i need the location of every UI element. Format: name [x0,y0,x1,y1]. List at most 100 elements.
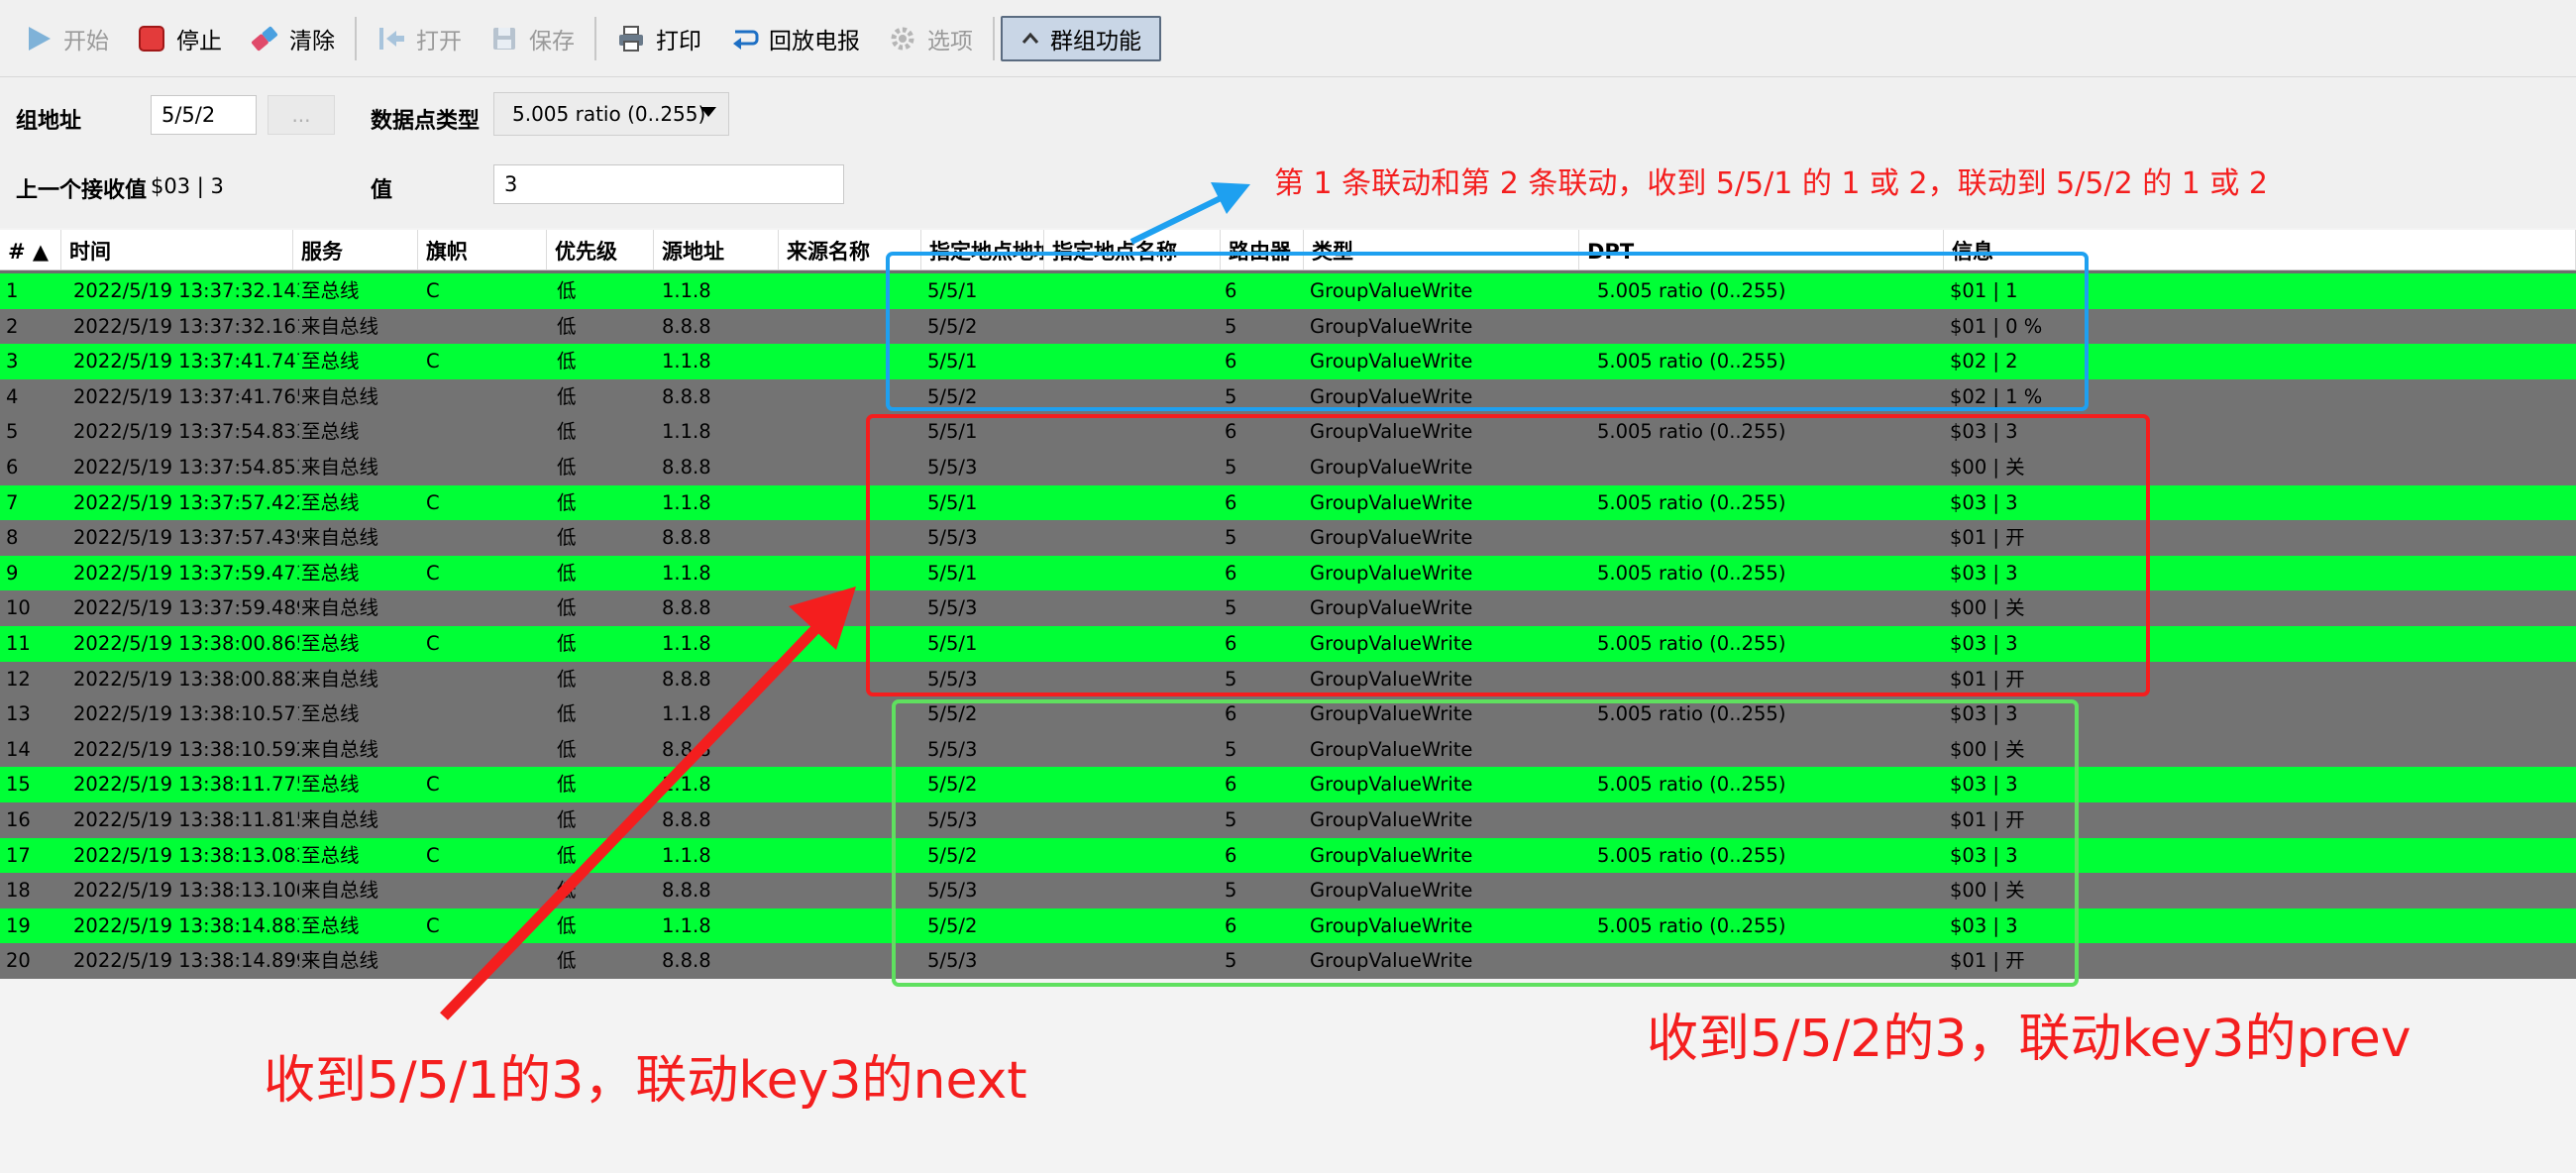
col-router-header[interactable]: 路由器 [1221,230,1304,269]
col-source-address-header[interactable]: 源地址 [654,230,779,269]
col-source-address-cell: 1.1.8 [662,350,711,373]
table-row[interactable]: 5 2022/5/19 13:37:54.833 至总线 低 1.1.8 5/5/1 6 Gr… [0,414,2576,450]
col-service-cell: 至总线 [301,561,360,585]
save-button[interactable]: 保存 [476,13,589,64]
table-row[interactable]: 1 2022/5/19 13:37:32.143 至总线 C 低 1.1.8 5/5/1 6 G… [0,273,2576,309]
col-time-cell: 2022/5/19 13:38:10.571 [73,702,299,726]
table-row[interactable]: 7 2022/5/19 13:37:57.422 至总线 C 低 1.1.8 5/5/1 6 G… [0,484,2576,521]
col-flags-cell [420,379,549,415]
table-row[interactable]: 15 2022/5/19 13:38:11.775 至总线 C 低 1.1.8 5/5/2 6… [0,767,2576,802]
col-router-cell: 6 [1225,773,1237,797]
col-router-cell: 6 [1225,561,1237,585]
col-dpt-cell [1591,943,1956,979]
toolbar-separator [594,16,596,60]
table-row[interactable]: 3 2022/5/19 13:37:41.747 至总线 C 低 1.1.8 5/5/1 6 G… [0,344,2576,379]
col-priority-cell: 低 [557,737,577,761]
col-source-name-cell [781,626,923,662]
col-destination-address-cell: 5/5/3 [927,808,978,831]
table-row[interactable]: 4 2022/5/19 13:37:41.765 来自总线 低 8.8.8 5/5/2 5 G… [0,378,2576,415]
col-index-cell: 11 [6,632,31,655]
replay-button[interactable]: 回放电报 [715,13,874,64]
start-label: 开始 [63,28,109,54]
dpt-type-select[interactable]: 5.005 ratio (0..255) [493,92,729,136]
col-dpt-cell: 5.005 ratio (0..255) [1597,913,1786,937]
col-source-address-cell: 1.1.8 [662,561,711,585]
col-destination-name-header[interactable]: 指定地点名称 [1044,230,1221,269]
col-info-header[interactable]: 信息 [1944,230,2576,269]
col-flags-cell [420,450,549,485]
col-dpt-cell: 5.005 ratio (0..255) [1597,843,1786,867]
col-service-cell: 至总线 [301,490,360,514]
stop-label: 停止 [176,28,222,54]
col-source-address-cell: 8.8.8 [662,737,711,761]
print-button[interactable]: 打印 [602,13,715,64]
col-router-cell: 6 [1225,420,1237,444]
col-time-header[interactable]: 时间 [61,230,293,269]
col-source-address-cell: 1.1.8 [662,279,711,302]
table-row[interactable]: 6 2022/5/19 13:37:54.853 来自总线 低 8.8.8 5/5/3 5 G… [0,450,2576,485]
telegram-table: # ▲ 时间 服务 旗帜 优先级 源地址 来源名称 指定地点地址 指定地点名称 路由器 类型 DPT 信… [0,230,2576,979]
col-flags-cell: C [426,350,440,373]
open-button[interactable]: 打开 [363,13,476,64]
col-index-cell: 2 [6,314,19,338]
table-row[interactable]: 20 2022/5/19 13:38:14.899 来自总线 低 8.8.8 5/5/3 5… [0,943,2576,979]
col-info-cell: $00 | 关 [1950,456,2025,479]
col-dpt-header[interactable]: DPT [1579,230,1944,269]
group-address-input[interactable]: 5/5/2 [151,95,257,135]
col-priority-header[interactable]: 优先级 [547,230,654,269]
col-flags-cell [420,696,549,732]
table-row[interactable]: 19 2022/5/19 13:38:14.883 至总线 C 低 1.1.8 5/5/2 6… [0,907,2576,944]
table-row[interactable]: 16 2022/5/19 13:38:11.815 来自总线 低 8.8.8 5/5/3 5… [0,802,2576,838]
col-info-cell: $03 | 3 [1950,561,2018,585]
col-priority-cell: 低 [557,632,577,655]
col-destination-name-cell [1044,344,1221,379]
col-destination-address-header[interactable]: 指定地点地址 [921,230,1044,269]
group-function-button[interactable]: 群组功能 [1001,15,1161,61]
table-row[interactable]: 12 2022/5/19 13:38:00.882 来自总线 低 8.8.8 5/5/3 5… [0,661,2576,697]
col-flags-cell: C [426,913,440,937]
col-time-cell: 2022/5/19 13:37:54.833 [73,420,299,444]
col-flags-cell: C [426,773,440,797]
col-router-cell: 5 [1225,456,1237,479]
col-time-cell: 2022/5/19 13:37:32.161 [73,314,299,338]
table-row[interactable]: 8 2022/5/19 13:37:57.439 来自总线 低 8.8.8 5/5/3 5 G… [0,520,2576,556]
table-row[interactable]: 17 2022/5/19 13:38:13.083 至总线 C 低 1.1.8 5/5/2 6… [0,837,2576,874]
col-destination-address-cell: 5/5/1 [927,632,978,655]
col-info-cell: $03 | 3 [1950,702,2018,726]
table-row[interactable]: 14 2022/5/19 13:38:10.592 来自总线 低 8.8.8 5/5/3 5… [0,731,2576,768]
col-index-cell: 15 [6,773,31,797]
col-service-header[interactable]: 服务 [293,230,418,269]
replay-icon [729,24,759,53]
col-dpt-cell [1591,590,1956,626]
col-type-header[interactable]: 类型 [1304,230,1579,269]
col-index-cell: 1 [6,279,19,302]
col-source-address-cell: 8.8.8 [662,808,711,831]
col-source-name-cell [781,414,923,450]
table-row[interactable]: 2 2022/5/19 13:37:32.161 来自总线 低 8.8.8 5/5/2 5 G… [0,308,2576,345]
play-icon [24,24,54,53]
col-flags-header[interactable]: 旗帜 [418,230,547,269]
col-service-cell: 来自总线 [301,808,379,831]
table-row[interactable]: 13 2022/5/19 13:38:10.571 至总线 低 1.1.8 5/5/2 6 G… [0,696,2576,732]
col-index-header[interactable]: # ▲ [0,230,61,269]
col-index-cell: 8 [6,526,19,550]
browse-button[interactable]: ... [268,95,335,135]
col-type-cell: GroupValueWrite [1310,737,1473,761]
table-row[interactable]: 18 2022/5/19 13:38:13.100 来自总线 低 8.8.8 5/5/3 5… [0,873,2576,908]
stop-button[interactable]: 停止 [123,13,236,64]
col-source-name-header[interactable]: 来源名称 [779,230,921,269]
col-time-cell: 2022/5/19 13:37:54.853 [73,456,299,479]
table-row[interactable]: 9 2022/5/19 13:37:59.473 至总线 C 低 1.1.8 5/5/1 6 G… [0,555,2576,591]
col-flags-cell: C [426,843,440,867]
col-service-cell: 至总线 [301,632,360,655]
table-row[interactable]: 10 2022/5/19 13:37:59.489 来自总线 低 8.8.8 5/5/3 5… [0,590,2576,626]
value-input[interactable]: 3 [493,164,844,204]
clear-button[interactable]: 清除 [236,13,349,64]
table-row[interactable]: 11 2022/5/19 13:38:00.865 至总线 C 低 1.1.8 5/5/1 6… [0,626,2576,662]
col-flags-cell [420,414,549,450]
options-button[interactable]: 选项 [874,13,987,64]
col-info-cell: $03 | 3 [1950,843,2018,867]
col-priority-cell: 低 [557,526,577,550]
col-type-cell: GroupValueWrite [1310,843,1473,867]
start-button[interactable]: 开始 [10,13,123,64]
